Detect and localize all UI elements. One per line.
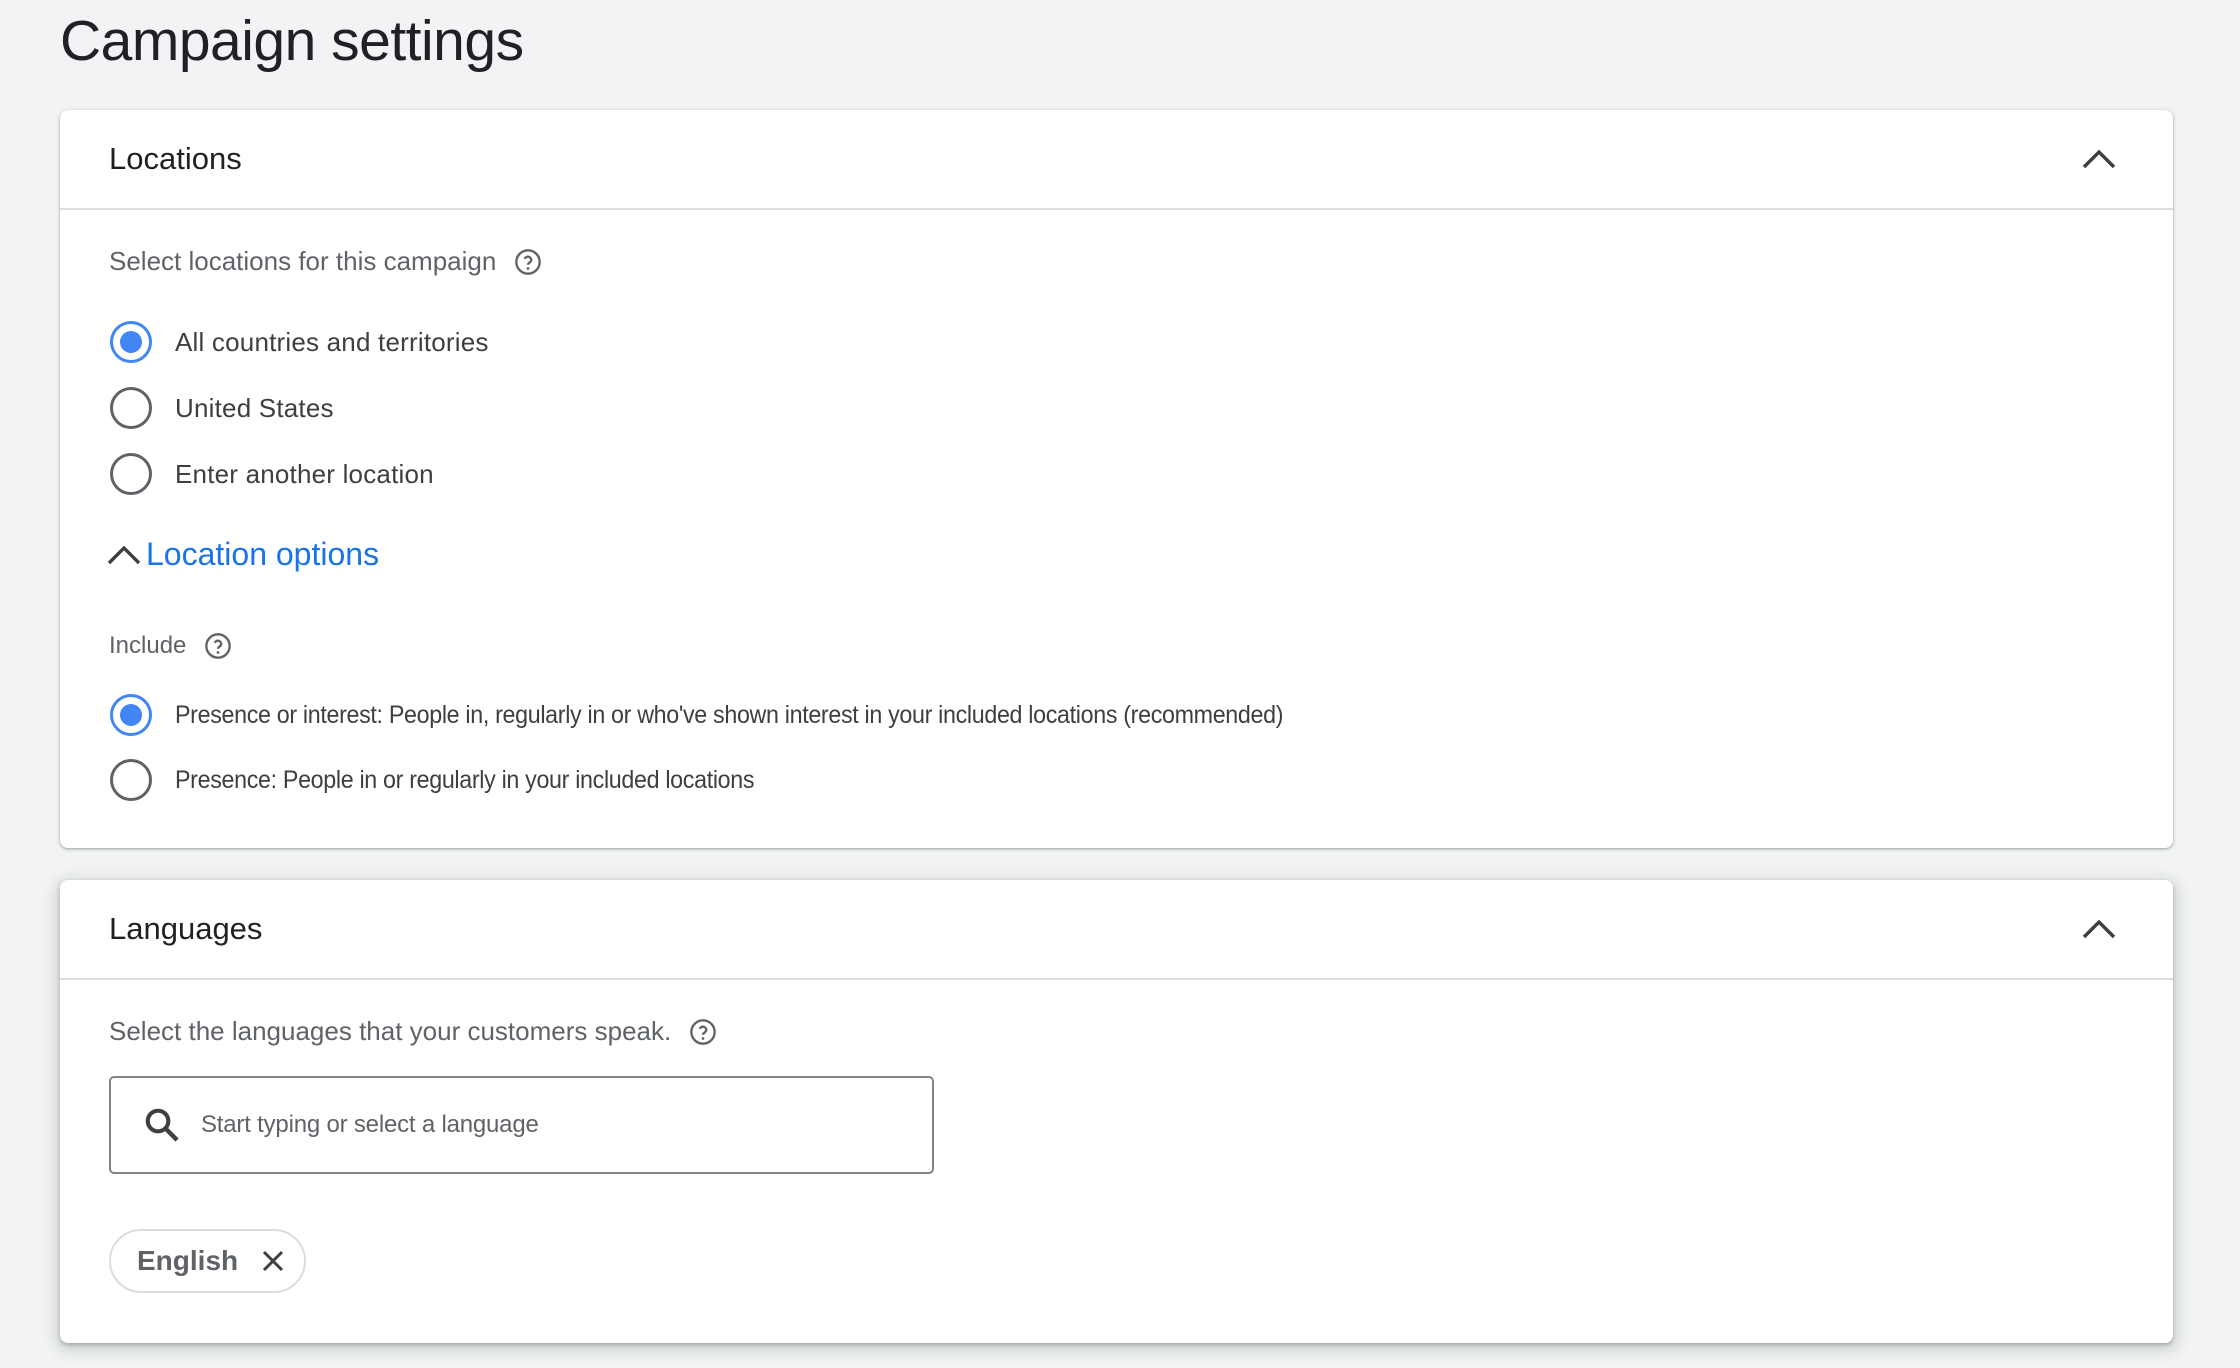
radio-button-selected[interactable] — [110, 321, 152, 363]
locations-card: Locations Select locations for this camp… — [60, 110, 2173, 848]
locations-card-header[interactable]: Locations — [60, 110, 2173, 210]
radio-button[interactable] — [110, 759, 152, 801]
chevron-up-icon — [2082, 919, 2116, 939]
include-option-label: Presence or interest: People in, regular… — [175, 700, 1284, 729]
include-option-presence-or-interest[interactable]: Presence or interest: People in, regular… — [110, 694, 1367, 736]
location-option-label: United States — [175, 392, 334, 423]
locations-prompt-text: Select locations for this campaign — [109, 246, 497, 276]
language-search-input[interactable] — [199, 1110, 883, 1140]
chevron-up-icon — [107, 545, 141, 564]
location-option-label: All countries and territories — [175, 326, 489, 357]
radio-button-selected[interactable] — [110, 694, 152, 736]
help-icon[interactable] — [204, 632, 232, 660]
language-chip-english: English — [109, 1229, 307, 1293]
help-icon[interactable] — [514, 248, 542, 276]
languages-prompt: Select the languages that your customers… — [109, 1016, 717, 1047]
languages-title: Languages — [109, 911, 263, 946]
language-search-field[interactable] — [109, 1076, 934, 1174]
include-label-text: Include — [109, 632, 187, 659]
include-option-presence[interactable]: Presence: People in or regularly in your… — [110, 759, 798, 801]
radio-button[interactable] — [110, 453, 152, 495]
page-title: Campaign settings — [60, 9, 524, 73]
close-icon — [263, 1250, 284, 1272]
location-option-all[interactable]: All countries and territories — [110, 321, 489, 363]
include-label: Include — [109, 632, 232, 660]
location-options-label: Location options — [146, 536, 380, 572]
location-option-another[interactable]: Enter another location — [110, 453, 434, 495]
location-option-united-states[interactable]: United States — [110, 387, 334, 429]
locations-prompt: Select locations for this campaign — [109, 246, 542, 277]
radio-button[interactable] — [110, 387, 152, 429]
help-icon[interactable] — [689, 1018, 717, 1046]
chevron-up-icon — [2082, 149, 2116, 169]
languages-prompt-text: Select the languages that your customers… — [109, 1016, 672, 1046]
languages-collapse-button[interactable] — [2075, 905, 2123, 953]
location-option-label: Enter another location — [175, 458, 434, 489]
include-option-label: Presence: People in or regularly in your… — [175, 765, 755, 794]
language-chip-label: English — [137, 1245, 239, 1276]
languages-card: Languages Select the languages that your… — [60, 880, 2173, 1343]
locations-title: Locations — [109, 141, 242, 176]
languages-card-header[interactable]: Languages — [60, 880, 2173, 980]
remove-language-button[interactable] — [258, 1246, 288, 1276]
search-icon — [145, 1108, 179, 1142]
locations-collapse-button[interactable] — [2075, 135, 2123, 183]
location-options-toggle[interactable]: Location options — [106, 536, 379, 573]
